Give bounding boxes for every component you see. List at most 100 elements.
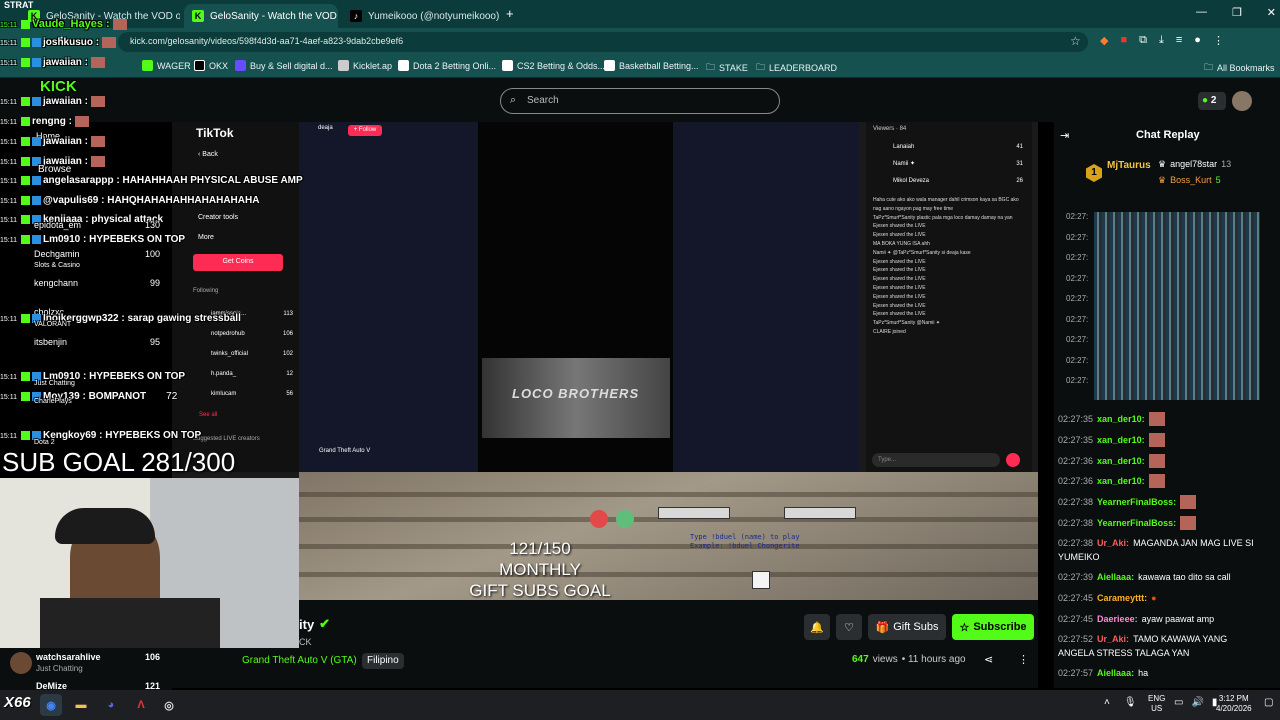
- tiktok-back-button[interactable]: ‹ Back: [198, 151, 218, 158]
- bookmark-wager[interactable]: WAGER: [142, 60, 191, 71]
- suggested-heading: Suggested LIVE creators: [193, 436, 260, 442]
- microphone-icon[interactable]: 🎙: [1124, 697, 1137, 708]
- download-icon[interactable]: ⤓: [1159, 34, 1164, 47]
- folder-icon: 🗀: [1204, 62, 1214, 72]
- gift-subs-goal: 121/150 MONTHLY GIFT SUBS GOAL: [469, 539, 611, 600]
- language-indicator[interactable]: ENG US: [1148, 694, 1165, 714]
- armor-icon: [616, 510, 634, 528]
- chat-message: 02:27:38 YearnerFinalBoss:: [1058, 493, 1278, 511]
- see-all-link[interactable]: See all: [199, 412, 217, 418]
- search-input[interactable]: ⌕ Search: [500, 88, 780, 114]
- extension-badge-icon[interactable]: ■: [1120, 34, 1127, 47]
- sidebar-browse[interactable]: Browse: [38, 164, 71, 175]
- gifter-third[interactable]: ♛ Boss_Kurt 5: [1158, 175, 1221, 186]
- user-avatar[interactable]: [1232, 91, 1252, 111]
- notifications-icon[interactable]: ▢: [1264, 697, 1273, 708]
- avatar[interactable]: [10, 652, 32, 674]
- category-link[interactable]: Grand Theft Auto V (GTA): [242, 655, 357, 666]
- app-icon[interactable]: Λ: [130, 694, 152, 716]
- extension-fox-icon[interactable]: ◆: [1100, 34, 1108, 47]
- following-item[interactable]: h.panda_ 12: [193, 364, 293, 384]
- maximize-icon[interactable]: ❐: [1232, 6, 1242, 19]
- duel-player-2-bar: [784, 507, 856, 519]
- menu-icon[interactable]: ⋮: [1213, 34, 1224, 47]
- tab-2-label: GeloSanity - Watch the VOD: [210, 10, 337, 22]
- media-icon[interactable]: ≡: [1176, 34, 1182, 47]
- collapse-chat-icon[interactable]: ⇥: [1060, 129, 1069, 142]
- bookmark-folder-leaderboard[interactable]: 🗀 LEADERBOARD: [756, 60, 837, 76]
- file-explorer-icon[interactable]: ▬: [70, 694, 92, 716]
- tiktok-type-input[interactable]: Type...: [872, 453, 1000, 467]
- bell-icon[interactable]: 🔔: [804, 614, 830, 640]
- taskbar: [0, 690, 1280, 720]
- network-icon[interactable]: ▭: [1174, 697, 1183, 708]
- bookmark-okx[interactable]: OKX: [194, 60, 228, 71]
- video-subtitle: CK: [299, 637, 312, 647]
- sidebar-channel[interactable]: Dechgamin 100: [34, 249, 160, 259]
- gift-icon: 🎁: [875, 621, 890, 634]
- following-item[interactable]: twinks_official 102: [193, 344, 293, 364]
- kick-favicon-icon: K: [192, 10, 204, 22]
- tiktok-more[interactable]: More: [198, 234, 214, 241]
- gift-subs-button[interactable]: 🎁 Gift Subs: [868, 614, 946, 640]
- volume-icon[interactable]: 🔊: [1191, 697, 1203, 708]
- url-input[interactable]: kick.com/gelosanity/videos/598f4d3d-aa71…: [118, 32, 1088, 52]
- bookmark-kicklet[interactable]: Kicklet.ap: [338, 60, 392, 71]
- channel-name[interactable]: ity ✔: [299, 616, 330, 632]
- heart-icon[interactable]: [1006, 453, 1020, 467]
- following-item[interactable]: notpedrohub 106: [193, 324, 293, 344]
- all-bookmarks[interactable]: 🗀 All Bookmarks: [1204, 60, 1275, 76]
- chat-message: 02:27:35 xan_der10:: [1058, 431, 1278, 449]
- bookmark-cs2-betting[interactable]: CS2 Betting & Odds...: [502, 60, 605, 71]
- bookmark-buy-sell[interactable]: Buy & Sell digital d...: [235, 60, 333, 71]
- more-options-icon[interactable]: ⋮: [1018, 653, 1029, 666]
- kicks-counter[interactable]: ● 2: [1198, 92, 1226, 110]
- tab-2[interactable]: KGeloSanity - Watch the VOD✕: [184, 4, 338, 28]
- profile-avatar[interactable]: ●: [1194, 34, 1201, 47]
- overlay-chat-line: 15:11 Moy139 : BOMPANOT 72: [0, 391, 178, 402]
- glitched-media: [1094, 212, 1260, 400]
- bookmark-basketball[interactable]: Basketball Betting...: [604, 60, 699, 71]
- tab-3-label: Yumeikooo (@notyumeikooo) |: [368, 10, 502, 22]
- tiktok-favicon-icon: ♪: [350, 10, 362, 22]
- chat-message-cont: ANGELA STRESS TALAGA YAN: [1058, 648, 1190, 658]
- share-icon[interactable]: ⋖: [984, 653, 993, 666]
- chat-message: 02:27:36 xan_der10:: [1058, 452, 1278, 470]
- emote-icon: ●: [1151, 593, 1157, 603]
- kick-logo: KICK: [40, 78, 77, 95]
- new-tab-button[interactable]: +: [506, 6, 514, 21]
- following-item[interactable]: kimlucam 56: [193, 384, 293, 404]
- close-window-icon[interactable]: ✕: [1267, 6, 1276, 19]
- subscribe-button[interactable]: ☆ Subscribe: [952, 614, 1034, 640]
- gifter-second[interactable]: ♛ angel78star 13: [1158, 159, 1231, 170]
- viewers-list: Lanaiah 41 Namii ✦ 31 Mikol Deveza 26: [893, 144, 1023, 184]
- sidebar-channel[interactable]: CharlePlays: [34, 398, 72, 405]
- minimize-icon[interactable]: —: [1196, 6, 1207, 19]
- sidebar-channel[interactable]: itsbenjin 95: [34, 337, 160, 347]
- tab-3[interactable]: ♪Yumeikooo (@notyumeikooo) |✕: [342, 4, 502, 28]
- sidebar-channel[interactable]: kengchann 99: [34, 278, 160, 288]
- overlay-chat-line: 15:11 joshkusuo :: [0, 37, 117, 48]
- sidebar-channel[interactable]: epidota_em 130: [34, 220, 160, 230]
- bookmark-dota2-betting[interactable]: Dota 2 Betting Onli...: [398, 60, 496, 71]
- game-tag[interactable]: Grand Theft Auto V: [319, 448, 370, 454]
- discord-icon[interactable]: ◕: [100, 694, 122, 716]
- sidebar-channel-category: Just Chatting: [36, 664, 83, 673]
- get-coins-button[interactable]: Get Coins: [193, 254, 283, 271]
- obs-icon[interactable]: ◎: [158, 694, 180, 716]
- chevron-up-icon[interactable]: ˄: [1104, 697, 1110, 708]
- star-icon[interactable]: ☆: [1070, 34, 1081, 48]
- bookmark-folder-stake[interactable]: 🗀 STAKE: [706, 60, 748, 76]
- chrome-icon[interactable]: ◉: [40, 694, 62, 716]
- follow-button[interactable]: + Follow: [348, 125, 382, 136]
- tag-filipino[interactable]: Filipino: [362, 653, 404, 669]
- follow-heart-icon[interactable]: ♡: [836, 614, 862, 640]
- sidebar-channel[interactable]: watchsarahlive 106: [36, 652, 160, 662]
- chat-message: 02:27:39 Aiellaaa: kawawa tao dito sa call: [1058, 572, 1231, 582]
- emote-icon: [1180, 495, 1197, 509]
- tiktok-creator-tools[interactable]: Creator tools: [198, 214, 238, 221]
- extensions-icon[interactable]: ⧉: [1139, 34, 1147, 47]
- clock[interactable]: 3:12 PM 4/20/2026: [1216, 694, 1252, 714]
- crown-icon: ♛: [1158, 159, 1167, 169]
- top-gifter-name[interactable]: MjTaurus: [1107, 160, 1151, 171]
